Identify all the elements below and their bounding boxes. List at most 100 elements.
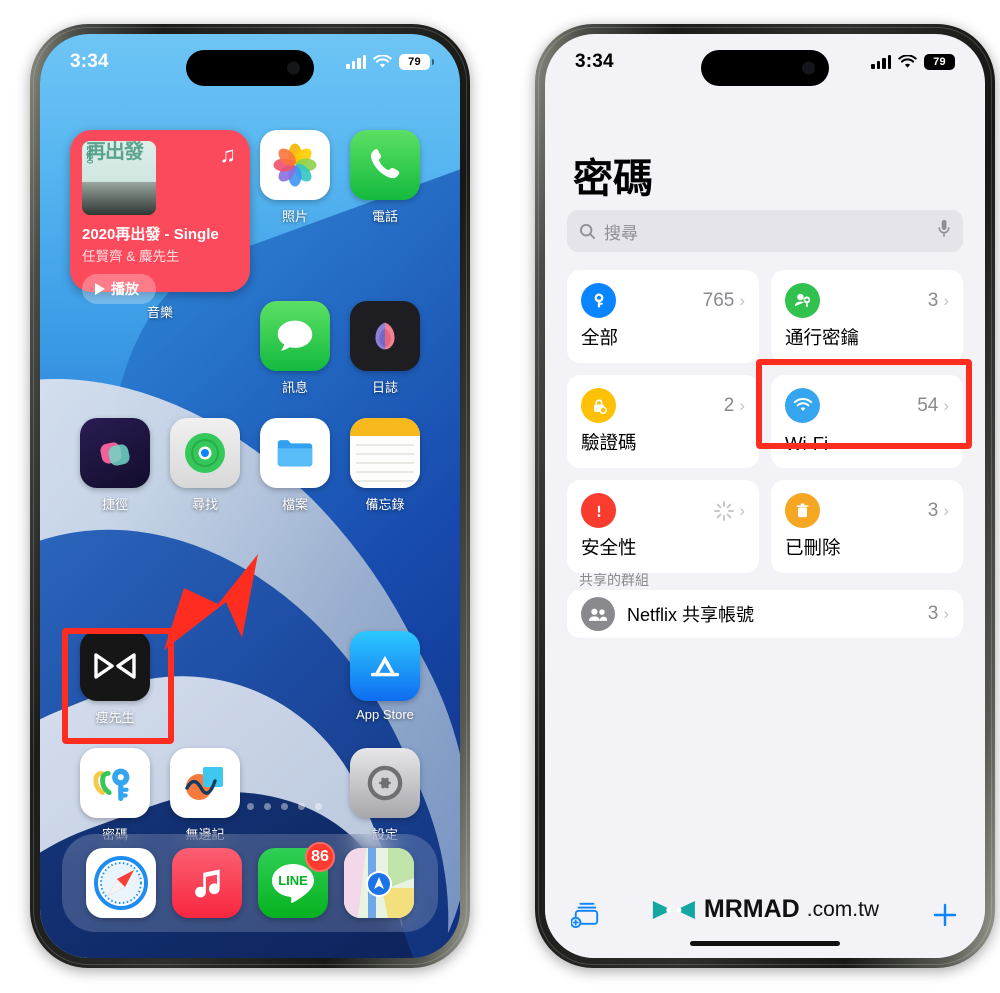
app-label: App Store — [356, 707, 414, 722]
chevron-right-icon: › — [943, 290, 949, 310]
app-notes[interactable]: 備忘錄 — [340, 418, 430, 513]
page-dot[interactable] — [178, 803, 186, 810]
category-label: 安全性 — [581, 537, 637, 558]
page-indicator[interactable] — [40, 803, 460, 810]
album-art-text: 再出發 — [86, 141, 144, 163]
svg-text:LINE: LINE — [278, 873, 308, 888]
app-phone[interactable]: 電話 — [340, 130, 430, 321]
page-dot[interactable] — [263, 803, 271, 810]
cellular-bars-icon — [346, 54, 366, 69]
category-label: 全部 — [581, 327, 619, 348]
app-settings[interactable]: 設定 — [340, 748, 430, 843]
app-files[interactable]: 檔案 — [250, 418, 340, 513]
add-password-button[interactable] — [931, 901, 959, 934]
front-camera-icon — [287, 61, 300, 75]
journal-icon — [350, 301, 420, 371]
category-card-wifi[interactable]: 54 › Wi-Fi — [771, 375, 963, 468]
widget-title: 2020再出發 - Single — [82, 226, 219, 243]
home-screen: 3:34 79 ♫ 2020 再出發 2020再出發 - Single 任賢齊 … — [40, 34, 460, 958]
passkey-icon — [785, 283, 820, 318]
new-shared-group-icon[interactable] — [570, 901, 601, 934]
status-time: 3:34 — [70, 51, 109, 72]
page-dot[interactable] — [280, 803, 288, 810]
app-label: 訊息 — [281, 380, 308, 395]
app-journal[interactable]: 日誌 — [340, 301, 430, 396]
app-passwords[interactable]: 密碼 — [70, 748, 160, 843]
category-card-codes[interactable]: 2 › 驗證碼 — [567, 375, 759, 468]
chevron-right-icon: › — [739, 395, 745, 415]
widget-play-button[interactable]: 播放 — [82, 274, 156, 304]
app-label: 檔案 — [281, 497, 308, 512]
app-photos[interactable]: 照片 — [250, 130, 340, 321]
category-count: 765 — [702, 289, 735, 311]
key-icon — [581, 283, 616, 318]
mrmad-logo-icon — [652, 900, 695, 919]
shared-group-row[interactable]: Netflix 共享帳號 3 › — [567, 590, 963, 638]
app-label: 日誌 — [371, 380, 398, 395]
microphone-icon[interactable] — [937, 219, 951, 243]
widget-artist: 任賢齊 & 麋先生 — [82, 249, 180, 264]
app-label: 瘦先生 — [95, 710, 135, 725]
red-arrow-annotation — [164, 554, 258, 650]
status-time: 3:34 — [575, 51, 614, 72]
messages-icon — [260, 301, 330, 371]
screenshot-stage: 3:34 79 ♫ 2020 再出發 2020再出發 - Single 任賢齊 … — [0, 0, 1000, 993]
shared-group-label: Netflix 共享帳號 — [627, 605, 755, 625]
wifi-icon — [898, 55, 917, 68]
watermark-suffix: .com.tw — [806, 897, 880, 921]
category-card-security[interactable]: › 安全性 — [567, 480, 759, 573]
phone-icon — [350, 130, 420, 200]
shared-groups-header: 共享的群組 — [579, 572, 649, 588]
music-note-icon: ♫ — [219, 142, 237, 167]
category-label: 驗證碼 — [581, 432, 637, 453]
passwords-app: 3:34 79 密碼 搜尋 765 › 全部 3 › 通行密鑰 2 › 驗證碼 … — [545, 34, 985, 958]
category-count: 2 — [723, 394, 735, 416]
dock: 86 LINE — [62, 834, 438, 932]
search-placeholder: 搜尋 — [604, 223, 638, 243]
battery-indicator: 79 — [399, 54, 434, 70]
authcode-icon — [581, 388, 616, 423]
search-input[interactable]: 搜尋 — [567, 210, 963, 252]
safari-icon[interactable] — [86, 848, 156, 918]
chevron-right-icon: › — [739, 290, 745, 310]
photos-icon — [260, 130, 330, 200]
app-messages[interactable]: 訊息 — [250, 301, 340, 396]
music-widget-card[interactable]: ♫ 2020 再出發 2020再出發 - Single 任賢齊 & 麋先生 播放 — [70, 130, 250, 304]
wifi-icon — [785, 388, 820, 423]
category-card-passkeys[interactable]: 3 › 通行密鑰 — [771, 270, 963, 363]
app-appstore[interactable]: App Store — [340, 631, 430, 726]
findmy-icon — [170, 418, 240, 488]
app-freeform[interactable]: 無邊記 — [160, 748, 250, 843]
home-row-5: 密碼 無邊記 設定 — [70, 748, 430, 843]
home-row-1: ♫ 2020 再出發 2020再出發 - Single 任賢齊 & 麋先生 播放 — [70, 130, 430, 321]
watermark-brand: MRMAD — [703, 895, 800, 923]
line-icon[interactable]: 86 LINE — [258, 842, 335, 918]
maps-icon[interactable] — [344, 848, 414, 918]
chevron-right-icon: › — [943, 500, 949, 520]
music-widget[interactable]: ♫ 2020 再出發 2020再出發 - Single 任賢齊 & 麋先生 播放 — [70, 130, 250, 321]
chevron-right-icon: › — [943, 395, 949, 415]
category-count: 3 — [927, 499, 939, 521]
app-label: 備忘錄 — [365, 497, 405, 512]
trash-icon — [785, 493, 820, 528]
app-findmy[interactable]: 尋找 — [160, 418, 250, 513]
page-dot[interactable] — [212, 803, 220, 810]
appstore-icon — [350, 631, 420, 701]
category-card-deleted[interactable]: 3 › 已刪除 — [771, 480, 963, 573]
music-icon[interactable] — [172, 848, 242, 918]
page-dot[interactable] — [314, 803, 322, 810]
app-label: 尋找 — [191, 497, 218, 512]
chevron-right-icon: › — [739, 500, 745, 520]
watermark: MRMAD .com.tw — [651, 895, 879, 924]
page-dot[interactable] — [246, 803, 254, 810]
files-icon — [260, 418, 330, 488]
page-dot[interactable] — [297, 803, 305, 810]
home-row-2: 訊息 日誌 — [70, 301, 430, 396]
search-icon — [579, 223, 596, 239]
category-count: 3 — [927, 289, 939, 311]
page-dot[interactable] — [229, 803, 237, 810]
page-dot-active[interactable] — [195, 803, 203, 810]
chevron-right-icon: › — [943, 604, 949, 623]
app-shortcuts[interactable]: 捷徑 — [70, 418, 160, 513]
category-card-all[interactable]: 765 › 全部 — [567, 270, 759, 363]
